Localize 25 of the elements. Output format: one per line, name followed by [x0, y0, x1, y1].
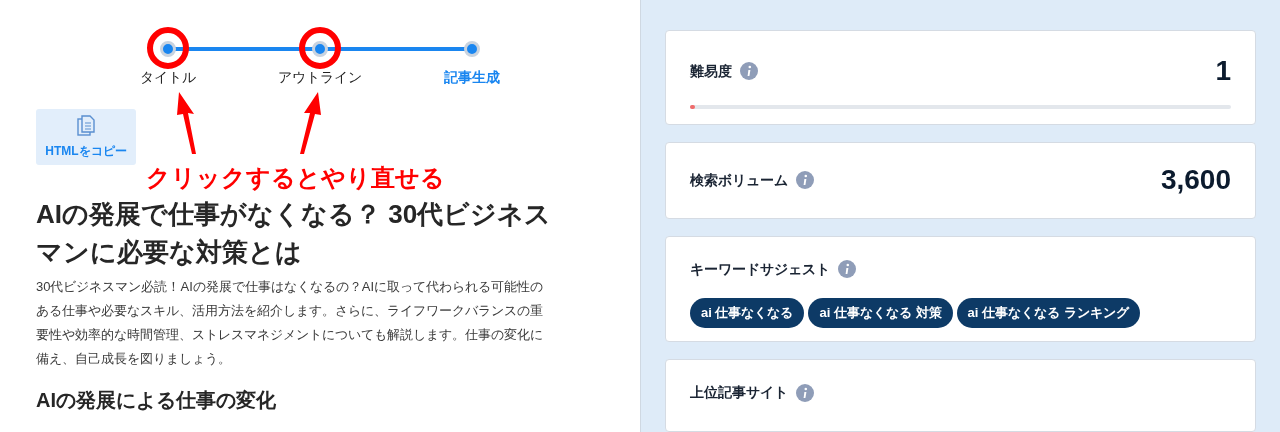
- info-icon[interactable]: [740, 62, 758, 80]
- annotation-arrow: [176, 92, 198, 154]
- annotation-text: クリックするとやり直せる: [146, 163, 445, 193]
- keyword-tag[interactable]: ai 仕事なくなる: [690, 297, 805, 328]
- metric-label: 検索ボリューム: [690, 170, 788, 190]
- annotation-arrow: [298, 92, 322, 154]
- metric-value: 1: [1215, 57, 1231, 85]
- info-icon[interactable]: [838, 260, 856, 279]
- article-title: AIの発展で仕事がなくなる？ 30代ビジネスマンに必要な対策とは: [36, 198, 553, 269]
- metric-value: 3,600: [1160, 166, 1231, 195]
- annotation-circle: [146, 26, 190, 70]
- keyword-tag[interactable]: ai 仕事なくなる 対策: [808, 297, 953, 328]
- article-lead: 30代ビジネスマン必読！AIの発展で仕事はなくなるの？AIに取って代わられる可能性のある仕事や必要なスキル、活用方法を紹介します。さらに、ライフワークバランスの重要性や効率的な時間管理、ストレスマネジメントについても解説します。仕事の変化に備え、自己成長を図りましょう。: [36, 278, 545, 368]
- metric-label: キーワードサジェスト: [690, 259, 830, 279]
- info-icon[interactable]: [796, 171, 814, 190]
- metric-label: 上位記事サイト: [690, 383, 788, 402]
- step-label[interactable]: タイトル: [140, 69, 196, 85]
- step-label[interactable]: 記事生成: [444, 69, 500, 85]
- section-heading: AIの発展による仕事の変化: [36, 388, 277, 413]
- info-icon[interactable]: [796, 383, 814, 402]
- step-label[interactable]: アウトライン: [278, 69, 362, 85]
- annotation-circle: [298, 26, 342, 70]
- keyword-tag[interactable]: ai 仕事なくなる ランキング: [956, 297, 1140, 328]
- metric-label: 難易度: [690, 61, 732, 81]
- document-icon: [77, 114, 95, 137]
